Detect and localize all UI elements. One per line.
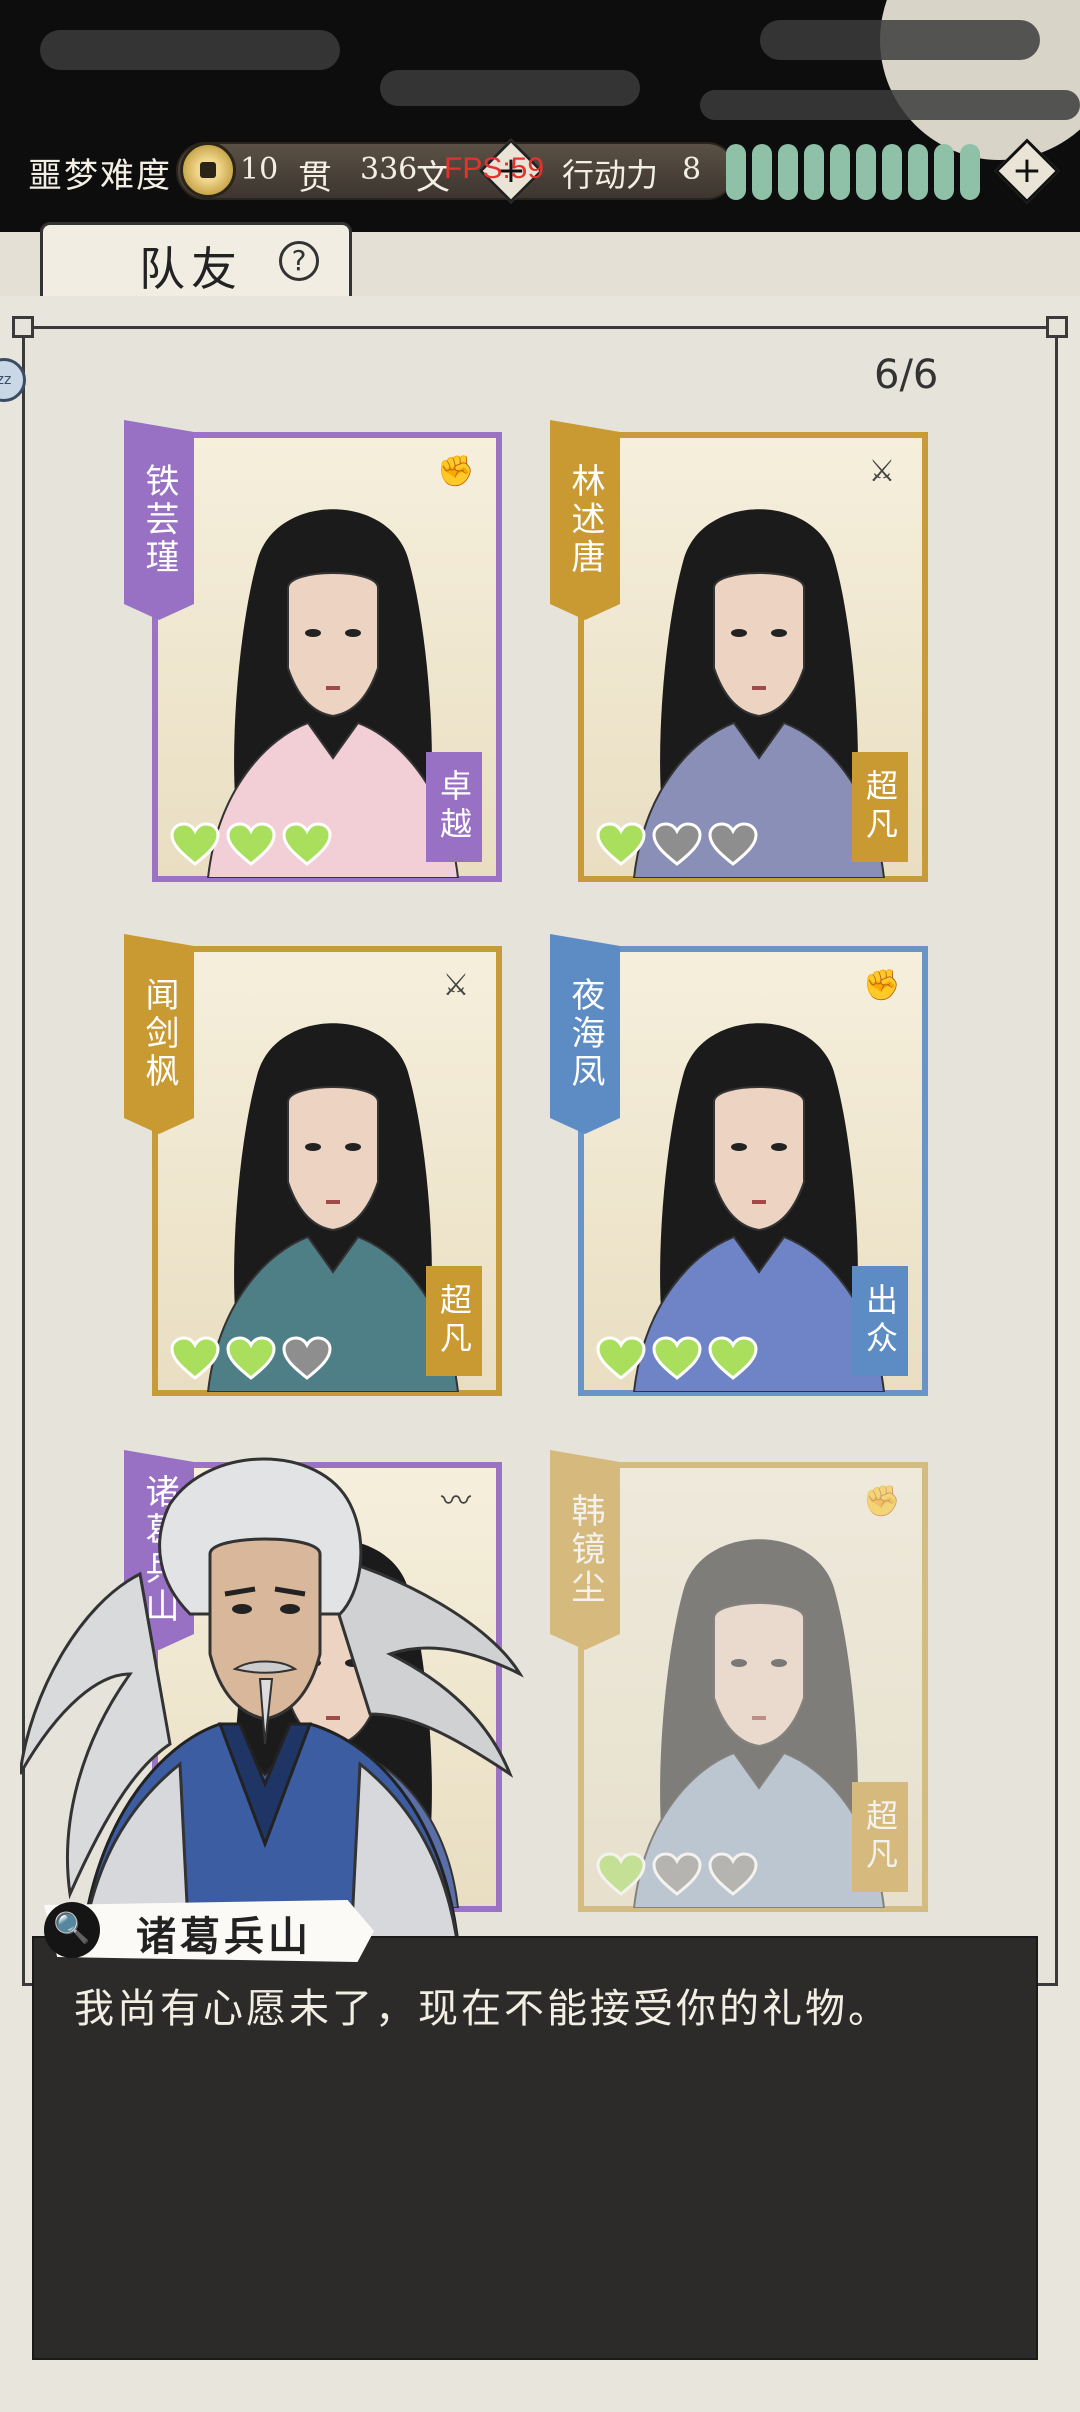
grade-tag: 卓越: [426, 752, 482, 862]
stamina-pip: [752, 144, 772, 200]
frame-corner: [1046, 316, 1068, 338]
frame-corner: [12, 316, 34, 338]
stamina-pip: [778, 144, 798, 200]
coin-icon: [180, 142, 236, 198]
teammate-card[interactable]: 铁芸瑾 ✊ 卓越: [124, 420, 502, 882]
cloud-decoration: [700, 90, 1080, 120]
teammate-card[interactable]: 闻剑枫 ⚔ 超凡: [124, 934, 502, 1396]
speaker-portrait: [20, 1457, 524, 1964]
heart-icon: [282, 822, 332, 866]
affection-hearts: [596, 1852, 758, 1898]
stamina-pip: [960, 144, 980, 200]
search-icon[interactable]: 🔍: [44, 1902, 100, 1958]
heart-icon: [282, 1336, 332, 1380]
heart-icon: [652, 822, 702, 866]
cloud-decoration: [40, 30, 340, 70]
stamina-pip: [830, 144, 850, 200]
money-guan-value: 10: [240, 152, 279, 187]
stamina-pip: [856, 144, 876, 200]
action-points-value: 8: [682, 152, 702, 187]
status-row: 噩梦难度 10 贯 336 文 + FPS:59 行动力 8 +: [0, 138, 1080, 208]
stamina-pip: [934, 144, 954, 200]
cloud-decoration: [760, 20, 1040, 60]
fist-icon: ✊: [863, 968, 901, 1003]
money-wen-value: 336: [360, 152, 418, 187]
top-bar: 噩梦难度 10 贯 336 文 + FPS:59 行动力 8 +: [0, 0, 1080, 232]
heart-icon: [170, 822, 220, 866]
grade-tag: 超凡: [852, 752, 908, 862]
dialog-box[interactable]: 我尚有心愿未了，现在不能接受你的礼物。: [32, 1936, 1038, 2360]
teammate-name: 夜海凤: [550, 934, 620, 1134]
grade-tag: 超凡: [852, 1782, 908, 1892]
heart-icon: [708, 822, 758, 866]
teammate-count: 6/6: [874, 352, 939, 398]
stamina-pip: [882, 144, 902, 200]
heart-icon: [596, 822, 646, 866]
grade-tag: 出众: [852, 1266, 908, 1376]
teammate-card[interactable]: 夜海凤 ✊ 出众: [550, 934, 928, 1396]
stamina-pip: [804, 144, 824, 200]
affection-hearts: [596, 822, 758, 868]
teammate-card[interactable]: 韩镜尘 ✊ 超凡: [550, 1450, 928, 1912]
stamina-pip: [908, 144, 928, 200]
grade-tag: 超凡: [426, 1266, 482, 1376]
teammate-name: 闻剑枫: [124, 934, 194, 1134]
fist-icon: ✊: [437, 454, 475, 489]
sword-icon: ⚔: [868, 454, 896, 489]
heart-icon: [226, 1336, 276, 1380]
heart-icon: [652, 1852, 702, 1896]
speaker-name: 诸葛兵山: [136, 1913, 312, 1960]
sword-icon: ⚔: [442, 968, 470, 1003]
heart-icon: [596, 1852, 646, 1896]
tab-teammates[interactable]: 队友 ?: [40, 222, 352, 296]
heart-icon: [652, 1336, 702, 1380]
teammate-name: 铁芸瑾: [124, 420, 194, 620]
plus-icon: +: [1011, 150, 1043, 191]
add-stamina-button[interactable]: +: [994, 138, 1060, 204]
teammate-name: 林述唐: [550, 420, 620, 620]
money-guan-unit: 贯: [298, 158, 332, 198]
heart-icon: [170, 1336, 220, 1380]
heart-icon: [708, 1852, 758, 1896]
heart-icon: [708, 1336, 758, 1380]
heart-icon: [596, 1336, 646, 1380]
affection-hearts: [170, 822, 332, 868]
affection-hearts: [596, 1336, 758, 1382]
tab-label: 队友: [139, 242, 243, 296]
fps-counter: FPS:59: [444, 152, 545, 185]
stamina-bar: [724, 142, 992, 202]
affection-hearts: [170, 1336, 332, 1382]
stamina-pip: [726, 144, 746, 200]
fist-icon: ✊: [863, 1484, 901, 1519]
heart-icon: [226, 822, 276, 866]
dialog-text: 我尚有心愿未了，现在不能接受你的礼物。: [74, 1986, 891, 2032]
cloud-decoration: [380, 70, 640, 106]
teammate-card[interactable]: 林述唐 ⚔ 超凡: [550, 420, 928, 882]
difficulty-label: 噩梦难度: [28, 156, 172, 196]
teammate-name: 韩镜尘: [550, 1450, 620, 1650]
help-icon[interactable]: ?: [279, 241, 319, 281]
action-points-label: 行动力: [562, 156, 659, 194]
